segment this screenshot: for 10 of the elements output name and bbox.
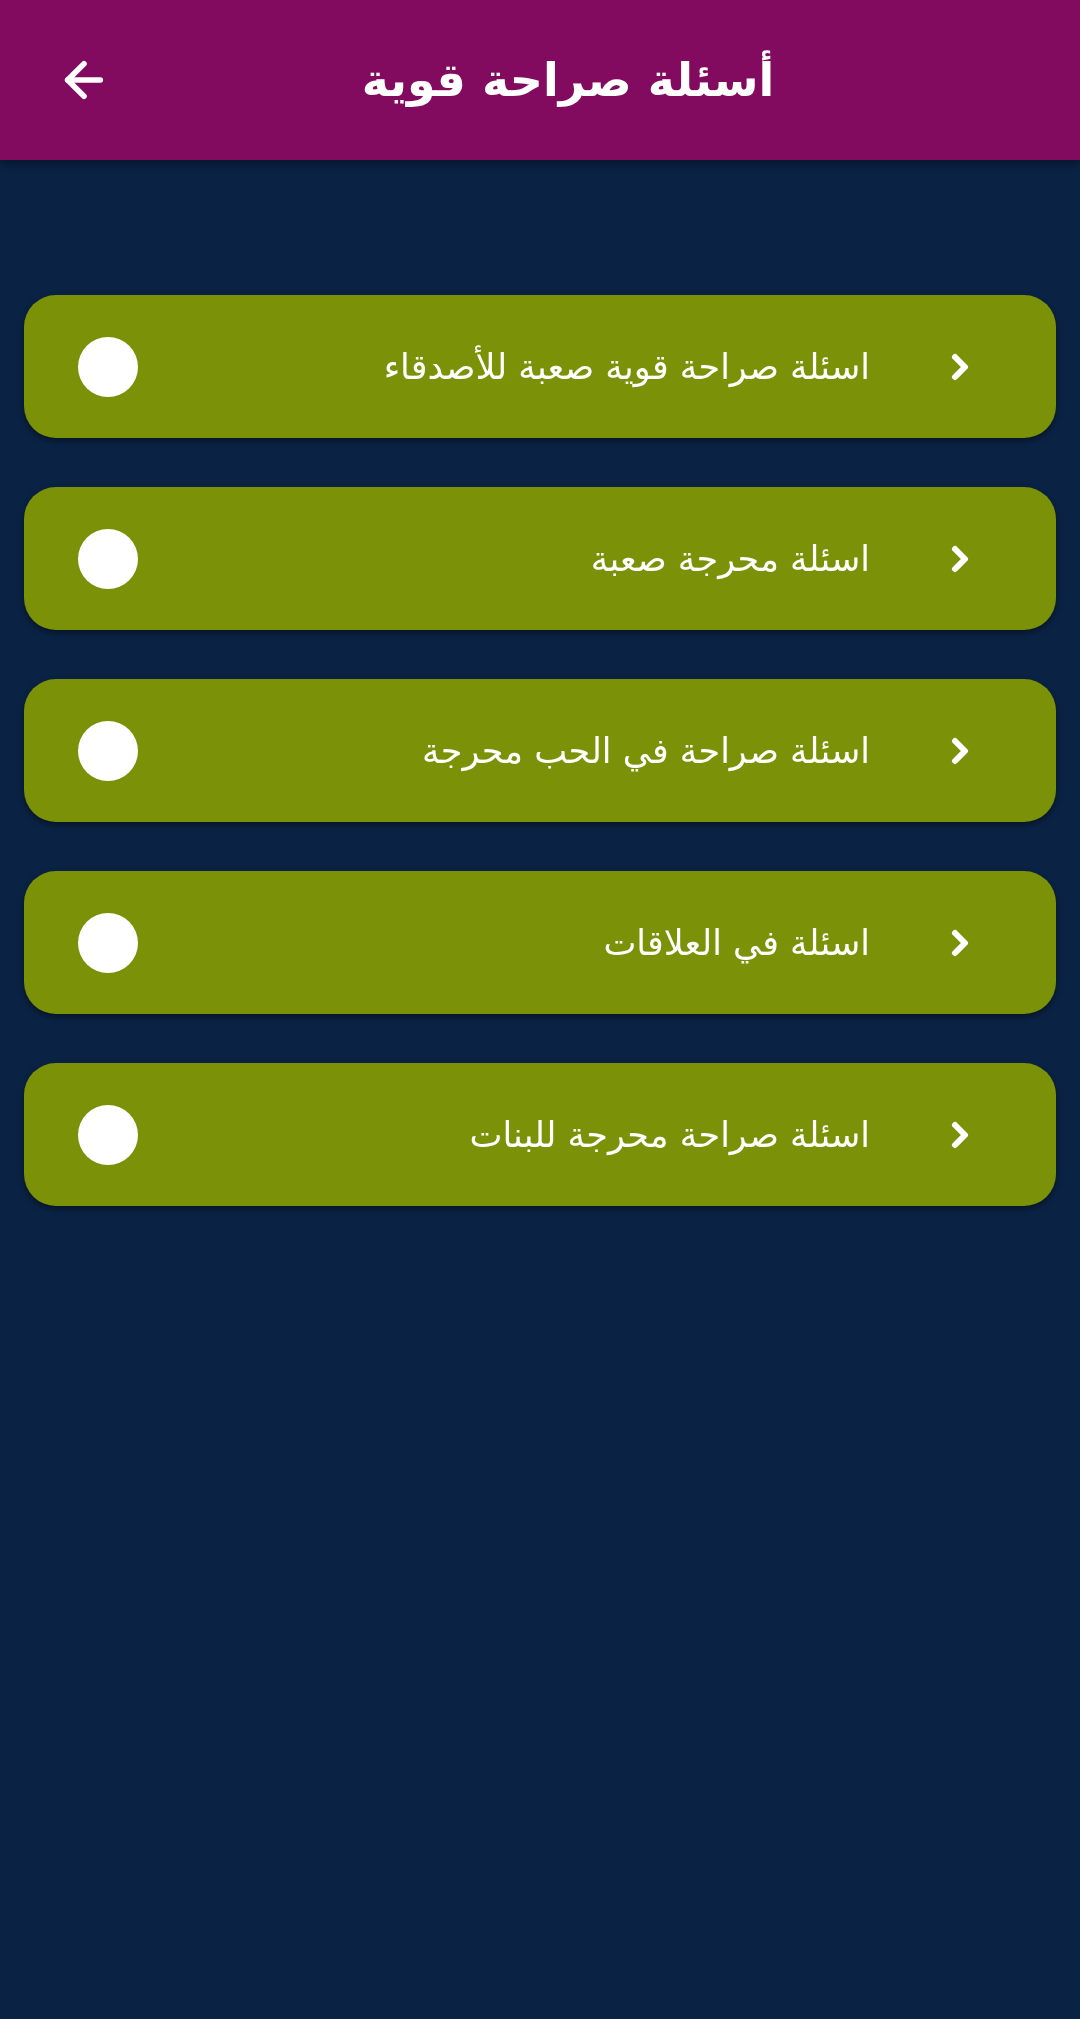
category-label: اسئلة صراحة محرجة للبنات — [469, 1114, 870, 1155]
category-item[interactable]: اسئلة في العلاقات — [24, 871, 1056, 1014]
category-label: اسئلة محرجة صعبة — [590, 538, 870, 579]
category-item[interactable]: اسئلة صراحة في الحب محرجة — [24, 679, 1056, 822]
category-label: اسئلة في العلاقات — [603, 922, 870, 963]
category-item[interactable]: اسئلة صراحة محرجة للبنات — [24, 1063, 1056, 1206]
category-label: اسئلة صراحة قوية صعبة للأصدقاء — [383, 346, 870, 387]
category-item[interactable]: اسئلة صراحة قوية صعبة للأصدقاء — [24, 295, 1056, 438]
category-label: اسئلة صراحة في الحب محرجة — [422, 730, 870, 771]
category-item[interactable]: اسئلة محرجة صعبة — [24, 487, 1056, 630]
